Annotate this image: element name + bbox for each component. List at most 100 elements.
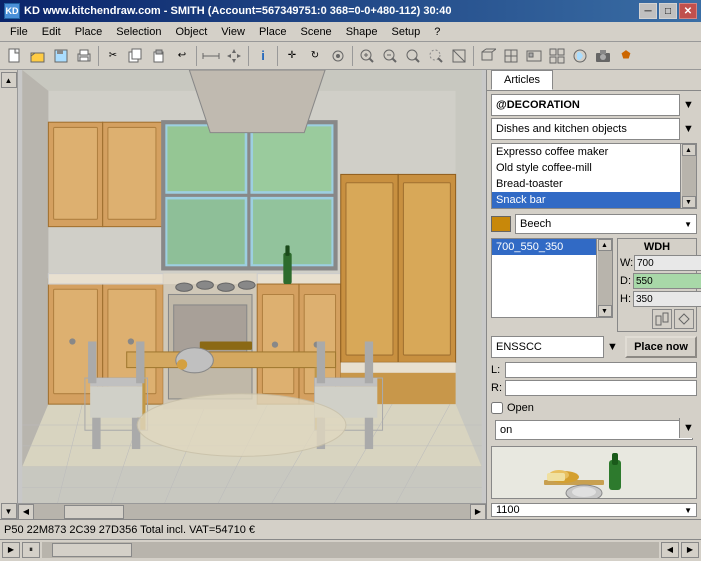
taskbar-btn4[interactable]: ▶ (681, 542, 699, 558)
h-row: H: (620, 291, 694, 307)
tb-zoom2[interactable] (425, 45, 447, 67)
code-dropdown[interactable]: ENSSCC (491, 336, 621, 358)
code-dropdown-arrow[interactable]: ▼ (603, 336, 621, 358)
wdh-icon1[interactable] (652, 309, 672, 329)
subcategory-dropdown[interactable]: Dishes and kitchen objects (491, 118, 697, 140)
l-row: L: (491, 362, 697, 378)
close-button[interactable]: ✕ (679, 3, 697, 19)
tb-view3d[interactable] (477, 45, 499, 67)
tb-snap[interactable] (327, 45, 349, 67)
tb-save[interactable] (50, 45, 72, 67)
lr-section: L: R: (491, 362, 697, 398)
tb-cut[interactable]: ✂ (102, 45, 124, 67)
list-item-5[interactable]: Chopping board (492, 208, 696, 209)
w-input[interactable] (634, 255, 701, 271)
menu-place[interactable]: Place (69, 24, 109, 40)
list-item-2[interactable]: Old style coffee-mill (492, 160, 696, 176)
tb-rotate[interactable]: ↻ (304, 45, 326, 67)
tb-new[interactable] (4, 45, 26, 67)
list-item-snackbar[interactable]: Snack bar (492, 192, 696, 208)
tb-print[interactable] (73, 45, 95, 67)
articles-tab[interactable]: Articles (491, 70, 553, 90)
menu-place2[interactable]: Place (253, 24, 293, 40)
tb-move[interactable] (223, 45, 245, 67)
minimize-button[interactable]: ─ (639, 3, 657, 19)
toolbar: ✂ ↩ i ✛ ↻ (0, 42, 701, 70)
r-label: R: (491, 382, 505, 394)
menu-help[interactable]: ? (428, 24, 446, 40)
left-arrow-up[interactable]: ▲ (1, 72, 17, 88)
tb-view4[interactable] (546, 45, 568, 67)
tb-view2d[interactable] (500, 45, 522, 67)
on-dropdown-wrapper: on ▼ (491, 418, 697, 442)
preview-area (491, 446, 697, 499)
tb-undo[interactable]: ↩ (171, 45, 193, 67)
tb-open[interactable] (27, 45, 49, 67)
tab-bar: Articles (487, 70, 701, 91)
tb-dims[interactable] (200, 45, 222, 67)
viewport[interactable]: ◀ ▶ (18, 70, 486, 519)
dim-list: 700_550_350 ▲ ▼ (491, 238, 613, 318)
taskbar-btn1[interactable]: ▶ (2, 542, 20, 558)
taskbar-thumb[interactable] (52, 543, 132, 557)
tb-view-plan[interactable] (523, 45, 545, 67)
left-arrow-down[interactable]: ▼ (1, 503, 17, 519)
list-item-1[interactable]: Expresso coffee maker (492, 144, 696, 160)
h-input[interactable] (633, 291, 701, 307)
wdh-icon2[interactable] (674, 309, 694, 329)
menu-selection[interactable]: Selection (110, 24, 167, 40)
list-scroll-down[interactable]: ▼ (682, 196, 696, 208)
code-place-row: ENSSCC ▼ Place now (491, 336, 697, 358)
sep1 (98, 46, 99, 66)
tb-copy[interactable] (125, 45, 147, 67)
color-row: Beech (491, 214, 697, 234)
r-input[interactable] (505, 380, 697, 396)
preview-svg (539, 446, 649, 499)
menu-edit[interactable]: Edit (36, 24, 67, 40)
color-dropdown[interactable]: Beech (515, 214, 697, 234)
menu-file[interactable]: File (4, 24, 34, 40)
taskbar: ▶ ⏸ ◀ ▶ (0, 539, 701, 559)
menu-view[interactable]: View (215, 24, 251, 40)
tb-paste[interactable] (148, 45, 170, 67)
tb-zoomin[interactable] (356, 45, 378, 67)
on-dropdown[interactable]: on (495, 420, 693, 440)
menu-shape[interactable]: Shape (340, 24, 384, 40)
number-field-arrows[interactable]: ▼ (684, 506, 692, 515)
status-bar: P50 22M873 2C39 27D356 Total incl. VAT=5… (0, 519, 701, 539)
dimensions-panel: 700_550_350 ▲ ▼ WDH W: D: (491, 238, 697, 332)
place-now-button[interactable]: Place now (625, 336, 697, 358)
dim-scrollbar[interactable]: ▲ ▼ (596, 239, 612, 317)
list-scrollbar[interactable]: ▲ ▼ (680, 144, 696, 208)
menu-scene[interactable]: Scene (294, 24, 337, 40)
dim-scroll-down[interactable]: ▼ (598, 305, 612, 317)
list-scroll-up[interactable]: ▲ (682, 144, 696, 156)
list-item-3[interactable]: Bread-toaster (492, 176, 696, 192)
taskbar-btn3[interactable]: ◀ (661, 542, 679, 558)
menu-bar: File Edit Place Selection Object View Pl… (0, 22, 701, 42)
category-dropdown[interactable]: @DECORATION (491, 94, 697, 116)
tb-zoom1[interactable] (402, 45, 424, 67)
tb-crosshair[interactable]: ✛ (281, 45, 303, 67)
category-dropdown-arrow[interactable]: ▼ (679, 94, 697, 116)
menu-object[interactable]: Object (170, 24, 214, 40)
d-input[interactable] (633, 273, 701, 289)
taskbar-btn2[interactable]: ⏸ (22, 542, 40, 558)
dim-item-1[interactable]: 700_550_350 (492, 239, 612, 255)
tb-highlight[interactable]: ⬟ (615, 45, 637, 67)
menu-setup[interactable]: Setup (386, 24, 427, 40)
scroll-left[interactable]: ◀ (18, 504, 34, 520)
app-icon: KD (4, 3, 20, 19)
open-checkbox[interactable] (491, 402, 503, 414)
on-dropdown-arrow[interactable]: ▼ (679, 418, 697, 438)
tb-zoomout[interactable] (379, 45, 401, 67)
maximize-button[interactable]: □ (659, 3, 677, 19)
tb-pan[interactable] (448, 45, 470, 67)
subcategory-dropdown-arrow[interactable]: ▼ (679, 118, 697, 140)
scroll-right[interactable]: ▶ (470, 504, 486, 520)
tb-render[interactable] (569, 45, 591, 67)
tb-camera[interactable] (592, 45, 614, 67)
l-input[interactable] (505, 362, 697, 378)
dim-scroll-up[interactable]: ▲ (598, 239, 612, 251)
tb-info[interactable]: i (252, 45, 274, 67)
